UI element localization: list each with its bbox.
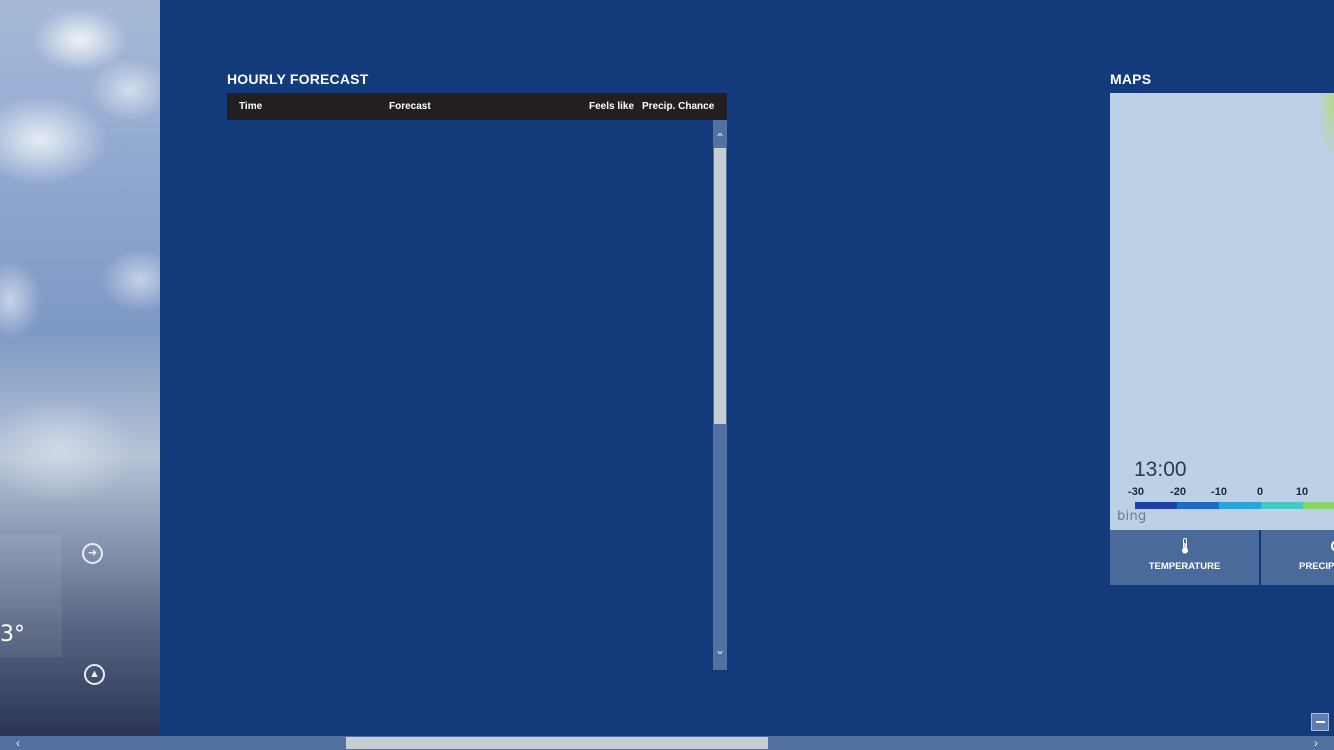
hourly-table-body[interactable] xyxy=(227,120,713,670)
column-precip-chance[interactable]: Precip. Chance xyxy=(642,101,714,112)
maps-title: MAPS xyxy=(1110,71,1152,87)
scroll-right-icon[interactable]: › xyxy=(1308,736,1324,750)
map-time: 13:00 xyxy=(1134,458,1187,481)
scale-segment-minus-30 xyxy=(1135,502,1177,509)
scroll-down-icon[interactable]: ⌄ xyxy=(713,642,727,658)
current-conditions-panel: ➜ 3° ▲ xyxy=(0,0,160,736)
scale-segment-10 xyxy=(1303,502,1334,509)
scroll-up-icon[interactable]: ⌃ xyxy=(713,130,727,146)
precipitation-icon xyxy=(1331,540,1334,552)
column-time[interactable]: Time xyxy=(239,101,262,112)
horizontal-scrollbar[interactable]: ‹ › xyxy=(0,736,1334,750)
scale-segment-0 xyxy=(1261,502,1303,509)
scale-label-10: 10 xyxy=(1295,486,1309,498)
hourly-table-header: Time Forecast Feels like Precip. Chance xyxy=(227,93,727,120)
next-arrow-icon[interactable]: ➜ xyxy=(82,543,103,564)
map-tab-precipitation-label: PRECIPI xyxy=(1299,561,1334,572)
scale-label-0: 0 xyxy=(1256,486,1264,498)
map-temperature-overlay xyxy=(1312,93,1334,183)
weather-map[interactable]: 13:00 -30 -20 -10 0 10 bing xyxy=(1110,93,1334,530)
column-forecast[interactable]: Forecast xyxy=(389,101,431,112)
zoom-out-button[interactable] xyxy=(1311,713,1329,731)
scroll-left-icon[interactable]: ‹ xyxy=(10,736,26,750)
thermometer-icon xyxy=(1181,538,1188,554)
scale-segment-minus-10 xyxy=(1219,502,1261,509)
scale-segment-minus-20 xyxy=(1177,502,1219,509)
up-arrow-icon[interactable]: ▲ xyxy=(84,664,105,685)
map-tab-temperature[interactable]: TEMPERATURE xyxy=(1110,530,1259,585)
map-tab-precipitation[interactable]: PRECIPI xyxy=(1261,530,1334,585)
current-temperature: 3° xyxy=(0,622,25,647)
minus-icon xyxy=(1315,721,1325,723)
horizontal-scroll-thumb[interactable] xyxy=(346,737,768,749)
hourly-forecast-title: HOURLY FORECAST xyxy=(227,71,369,87)
scale-label-minus-10: -10 xyxy=(1211,486,1227,498)
hourly-scroll-thumb[interactable] xyxy=(714,148,726,424)
column-feels-like[interactable]: Feels like xyxy=(589,101,634,112)
scale-label-minus-20: -20 xyxy=(1170,486,1186,498)
map-tab-temperature-label: TEMPERATURE xyxy=(1148,561,1221,572)
bing-logo: bing xyxy=(1117,509,1147,524)
scale-label-minus-30: -30 xyxy=(1128,486,1144,498)
hourly-vertical-scrollbar[interactable]: ⌃ ⌄ xyxy=(713,120,727,670)
